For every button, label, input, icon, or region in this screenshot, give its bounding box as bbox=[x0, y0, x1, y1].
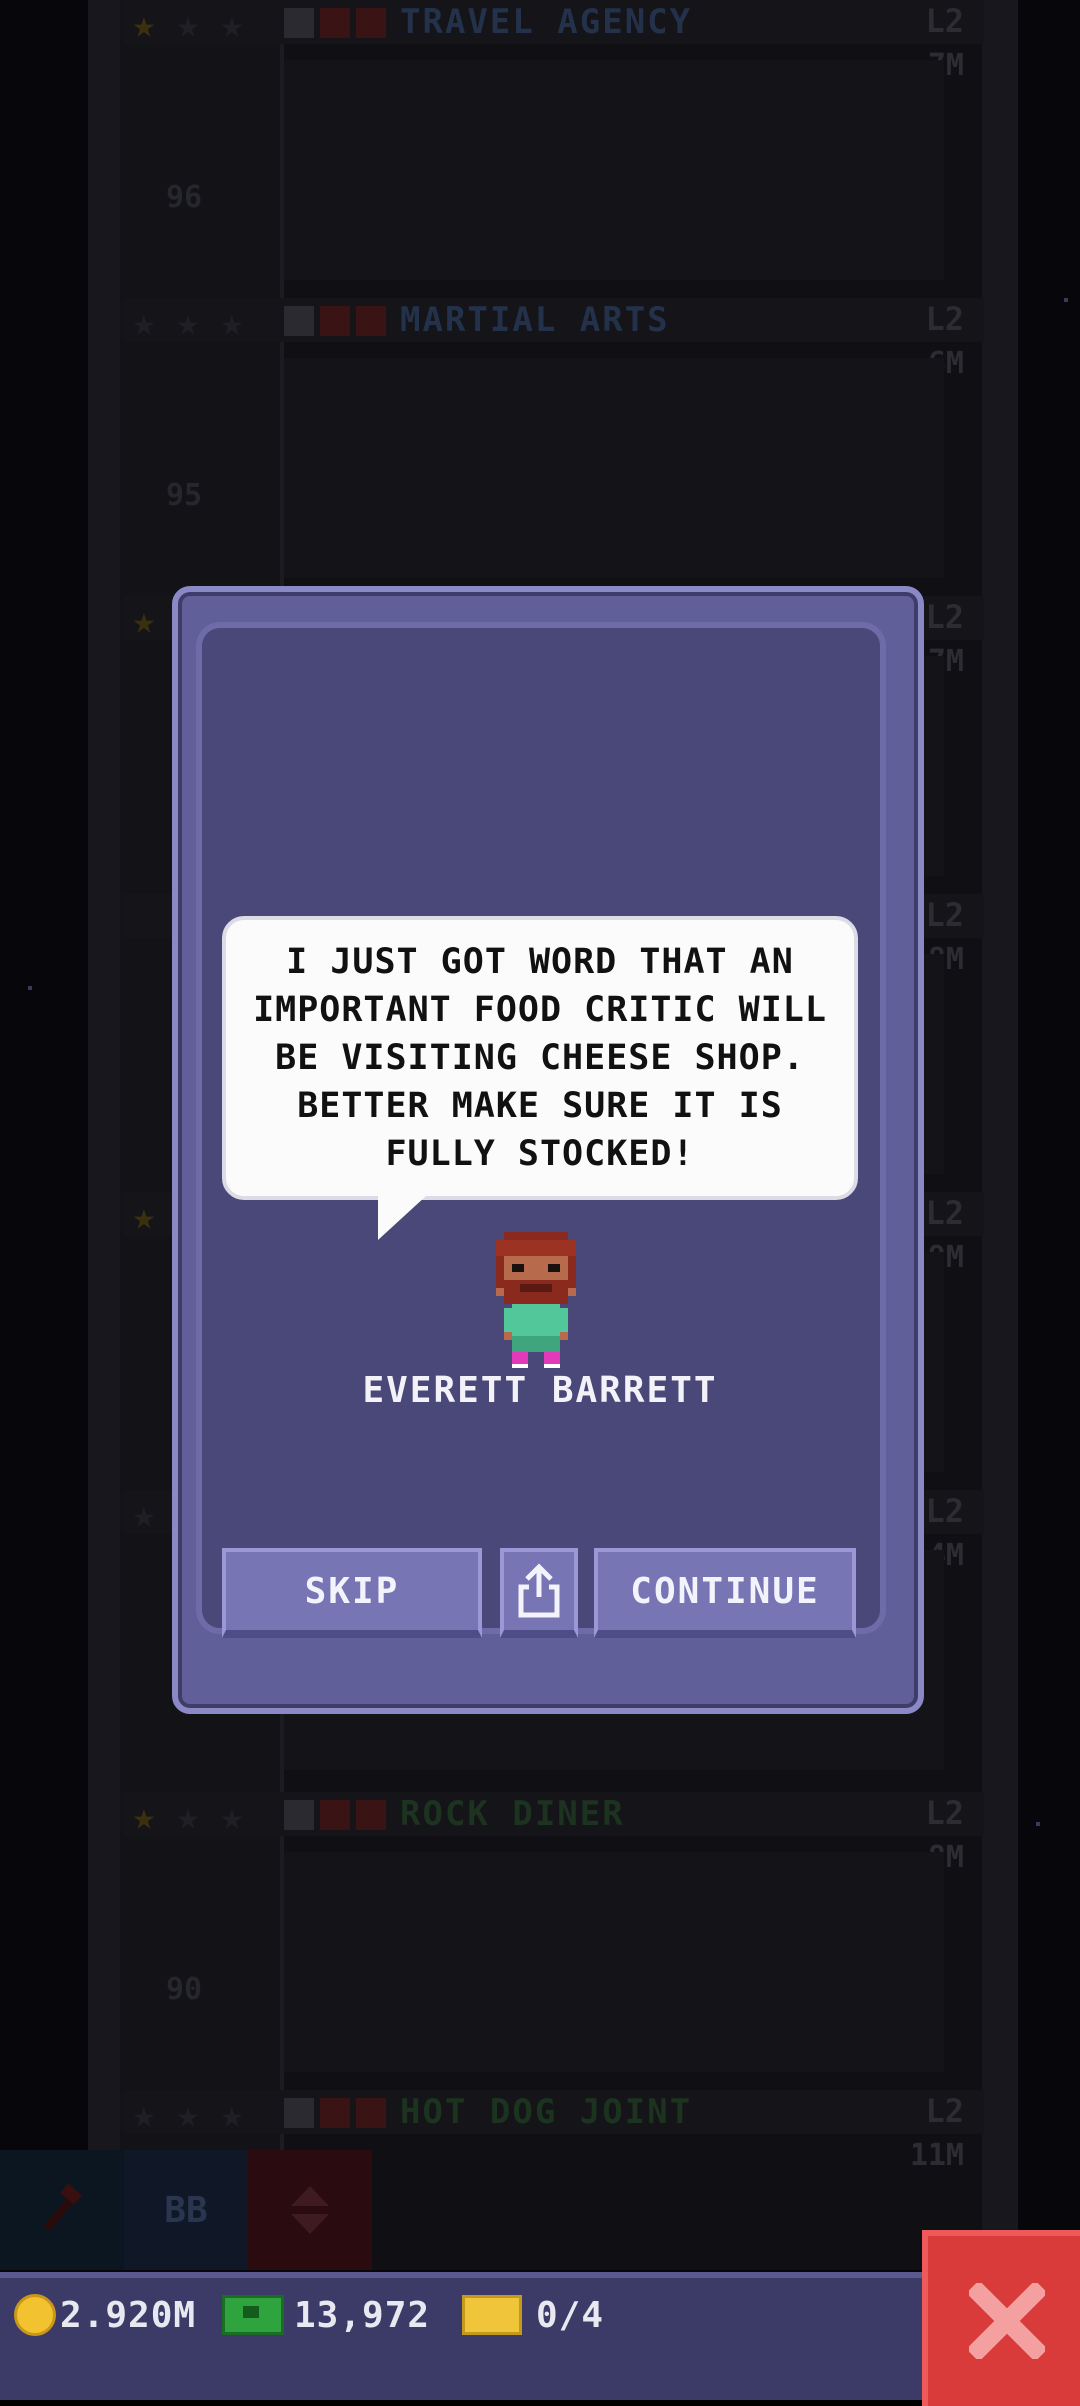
floor-number: 96 bbox=[166, 180, 203, 215]
star-icon: ★ bbox=[176, 300, 200, 344]
floor-name: TRAVEL AGENCY bbox=[400, 2, 693, 42]
floor-status-icons bbox=[284, 1800, 386, 1830]
floor-level: L2 bbox=[925, 896, 964, 934]
floor-room bbox=[284, 1852, 944, 2072]
stock-empty-icon bbox=[356, 2098, 386, 2128]
clock-icon bbox=[284, 1800, 314, 1830]
skip-button[interactable]: SKIP bbox=[222, 1548, 482, 1638]
floor-rock-diner[interactable]: ★ ★ ★ ROCK DINER L2 8M 90 bbox=[124, 1792, 984, 2090]
floor-status-icons bbox=[284, 306, 386, 336]
stock-empty-icon bbox=[320, 1800, 350, 1830]
floor-room bbox=[284, 358, 944, 578]
hammer-icon bbox=[43, 2183, 82, 2231]
floor-level: L2 bbox=[925, 300, 964, 338]
stock-empty-icon bbox=[320, 306, 350, 336]
elevator-arrows-icon bbox=[291, 2186, 329, 2234]
bitbook-button[interactable]: BB bbox=[124, 2150, 248, 2270]
bux-display[interactable]: 13,972 bbox=[222, 2290, 430, 2340]
star-icon: ★ bbox=[176, 2, 200, 46]
floor-number: 90 bbox=[166, 1972, 203, 2007]
floor-level: L2 bbox=[925, 598, 964, 636]
floor-stars: ★ bbox=[124, 1196, 164, 1236]
build-button[interactable] bbox=[0, 2150, 124, 2270]
star-icon: ★ bbox=[220, 2, 244, 46]
coin-icon bbox=[14, 2294, 56, 2336]
floor-level: L2 bbox=[925, 1194, 964, 1232]
bux-icon bbox=[222, 2295, 284, 2335]
close-icon bbox=[969, 2283, 1045, 2359]
tickets-value: 0/4 bbox=[536, 2294, 605, 2336]
floor-level: L2 bbox=[925, 1794, 964, 1832]
floor-travel-agency[interactable]: ★ ★ ★ TRAVEL AGENCY L2 7M 96 bbox=[124, 0, 984, 298]
star-dot bbox=[28, 986, 32, 990]
continue-button[interactable]: CONTINUE bbox=[594, 1548, 856, 1638]
star-icon: ★ bbox=[220, 2092, 244, 2136]
character-name: EVERETT BARRETT bbox=[362, 1370, 718, 1411]
stock-empty-icon bbox=[320, 2098, 350, 2128]
star-dot bbox=[1064, 298, 1068, 302]
floor-name: ROCK DINER bbox=[400, 1794, 625, 1834]
floor-stars: ★ bbox=[124, 1494, 164, 1534]
star-icon: ★ bbox=[132, 1194, 156, 1238]
star-icon: ★ bbox=[132, 300, 156, 344]
clock-icon bbox=[284, 8, 314, 38]
share-icon bbox=[518, 1563, 560, 1618]
stock-empty-icon bbox=[356, 1800, 386, 1830]
floor-level: L2 bbox=[925, 2092, 964, 2130]
bux-value: 13,972 bbox=[294, 2294, 431, 2336]
star-icon: ★ bbox=[220, 300, 244, 344]
floor-stars: ★ ★ ★ bbox=[124, 1796, 252, 1836]
coins-display[interactable]: 2.920M bbox=[14, 2290, 196, 2340]
share-button[interactable] bbox=[500, 1548, 578, 1638]
stock-empty-icon bbox=[356, 8, 386, 38]
star-icon: ★ bbox=[132, 1794, 156, 1838]
floor-martial-arts[interactable]: ★ ★ ★ MARTIAL ARTS L2 6M 95 bbox=[124, 298, 984, 596]
elevator-button[interactable] bbox=[248, 2150, 372, 2270]
dialog-message: I JUST GOT WORD THAT AN IMPORTANT FOOD C… bbox=[253, 942, 827, 1174]
tower-wall-left bbox=[88, 0, 124, 2270]
stock-empty-icon bbox=[356, 306, 386, 336]
star-icon: ★ bbox=[132, 2, 156, 46]
floor-name: MARTIAL ARTS bbox=[400, 300, 670, 340]
floor-stars: ★ ★ ★ bbox=[124, 4, 252, 44]
floor-stars: ★ ★ ★ bbox=[124, 302, 252, 342]
floor-number: 95 bbox=[166, 478, 203, 513]
clock-icon bbox=[284, 2098, 314, 2128]
floor-name: HOT DOG JOINT bbox=[400, 2092, 693, 2132]
clock-icon bbox=[284, 306, 314, 336]
tickets-display[interactable]: 0/4 bbox=[462, 2290, 604, 2340]
status-bar-edge bbox=[0, 2272, 1080, 2278]
star-icon: ★ bbox=[132, 2092, 156, 2136]
close-button[interactable] bbox=[922, 2230, 1080, 2406]
star-icon: ★ bbox=[132, 1492, 156, 1536]
star-icon: ★ bbox=[176, 2092, 200, 2136]
floor-level: L2 bbox=[925, 2, 964, 40]
floor-price: 11M bbox=[909, 2138, 964, 2173]
speech-bubble-tail bbox=[378, 1196, 426, 1240]
floor-stars: ★ bbox=[124, 600, 164, 640]
tower-wall-right bbox=[982, 0, 1018, 2270]
floor-status-icons bbox=[284, 2098, 386, 2128]
stock-empty-icon bbox=[320, 8, 350, 38]
star-icon: ★ bbox=[176, 1794, 200, 1838]
star-icon: ★ bbox=[132, 598, 156, 642]
ticket-icon bbox=[462, 2295, 522, 2335]
coins-value: 2.920M bbox=[60, 2294, 197, 2336]
star-dot bbox=[1036, 1822, 1040, 1826]
star-icon: ★ bbox=[220, 1794, 244, 1838]
toolbar: BB bbox=[0, 2150, 380, 2270]
character-avatar bbox=[496, 1232, 576, 1368]
speech-bubble: I JUST GOT WORD THAT AN IMPORTANT FOOD C… bbox=[222, 916, 858, 1200]
floor-stars: ★ ★ ★ bbox=[124, 2094, 252, 2134]
floor-level: L2 bbox=[925, 1492, 964, 1530]
floor-status-icons bbox=[284, 8, 386, 38]
floor-room bbox=[284, 60, 944, 280]
